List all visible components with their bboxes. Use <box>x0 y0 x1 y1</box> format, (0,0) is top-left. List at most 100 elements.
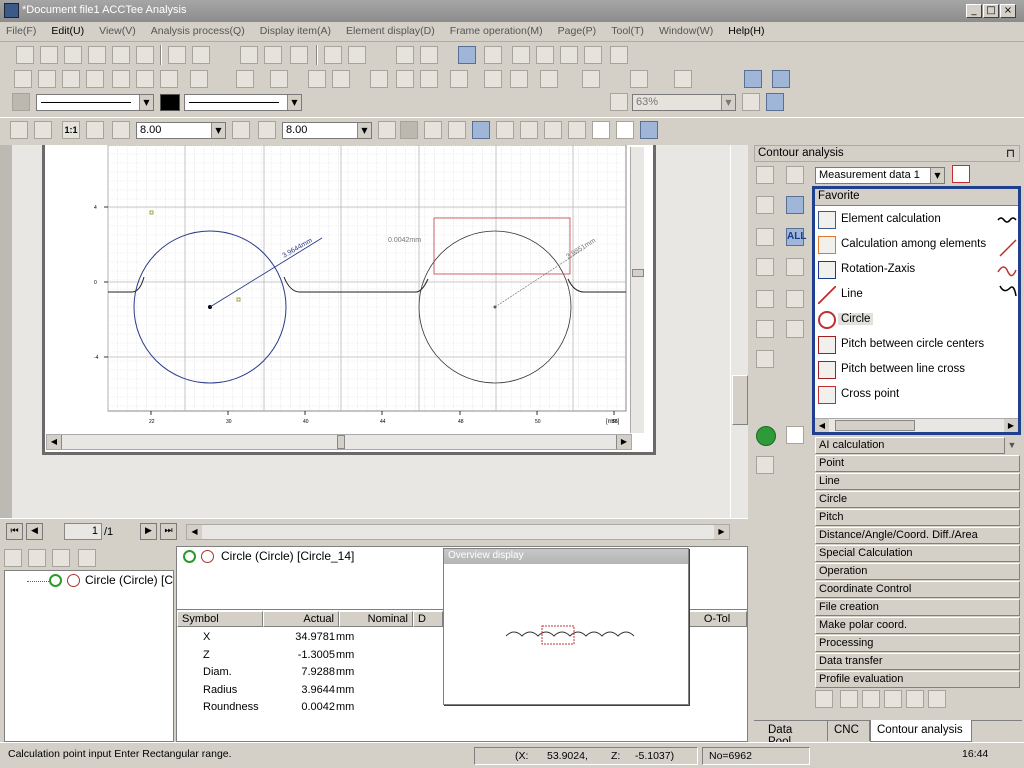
close-button[interactable]: × <box>1000 4 1016 18</box>
tree-tool-3-icon[interactable] <box>52 549 70 567</box>
tree-search-icon[interactable] <box>78 549 96 567</box>
delete-point-icon[interactable] <box>756 350 774 368</box>
favorite-hscroll-thumb[interactable] <box>835 420 915 431</box>
move-icon[interactable] <box>510 70 528 88</box>
table-icon[interactable] <box>420 70 438 88</box>
canvas-vscroll-thumb[interactable] <box>732 375 748 425</box>
pointer-icon[interactable] <box>756 196 774 214</box>
circle-tool-icon[interactable] <box>756 228 774 246</box>
category-distance-angle-coord-diff-area[interactable]: Distance/Angle/Coord. Diff./Area <box>815 527 1020 544</box>
favorite-item-5[interactable]: Circle <box>815 308 1015 332</box>
category-line[interactable]: Line <box>815 473 1020 490</box>
grid5-icon[interactable] <box>568 121 586 139</box>
line-width-select[interactable]: ▼ <box>184 94 302 111</box>
category-special-calculation[interactable]: Special Calculation <box>815 545 1020 562</box>
menu-view[interactable]: View(V) <box>93 22 142 37</box>
tree-item-circle[interactable]: Circle (Circle) [Circle_14] <box>85 573 173 587</box>
grid4-icon[interactable] <box>544 121 562 139</box>
size-icon[interactable] <box>270 70 288 88</box>
col-symbol[interactable]: Symbol <box>177 611 263 627</box>
menu-display-item[interactable]: Display item(A) <box>254 22 337 37</box>
cut-icon[interactable] <box>512 46 530 64</box>
scale-z-select[interactable]: 8.00 ▼ <box>282 122 372 139</box>
blank-icon[interactable] <box>592 121 610 139</box>
rotate-icon[interactable] <box>136 70 154 88</box>
paste2-icon[interactable] <box>560 46 578 64</box>
arrow-right-icon[interactable] <box>786 290 804 308</box>
fit-icon[interactable] <box>378 121 396 139</box>
canvas-vscroll[interactable] <box>730 145 748 518</box>
edit-icon[interactable] <box>240 46 258 64</box>
paste-icon[interactable] <box>420 46 438 64</box>
col-actual[interactable]: Actual <box>263 611 339 627</box>
arrow-left-icon[interactable] <box>756 290 774 308</box>
page-grid-icon[interactable] <box>766 93 784 111</box>
save-as-icon[interactable] <box>88 46 106 64</box>
graph-icon[interactable] <box>332 70 350 88</box>
copy-icon[interactable] <box>396 46 414 64</box>
arrange-icon[interactable] <box>190 70 208 88</box>
chevron-down-icon[interactable]: ▼ <box>1004 437 1020 453</box>
contour-l-icon[interactable] <box>840 690 858 708</box>
blank2-icon[interactable] <box>616 121 634 139</box>
select-profile-icon[interactable] <box>786 166 804 184</box>
draw-rect-icon[interactable] <box>38 70 56 88</box>
menu-tool[interactable]: Tool(T) <box>605 22 650 37</box>
wave-tool-icon[interactable] <box>786 258 804 276</box>
report-icon[interactable] <box>786 426 804 444</box>
favorite-item-1[interactable]: Element calculation <box>815 208 1015 232</box>
minimize-button[interactable]: _ <box>966 4 982 18</box>
col-o-tol[interactable]: O-Tol <box>687 611 747 627</box>
plot-hscroll[interactable]: ◀ ▶ <box>46 434 632 450</box>
favorite-item-7[interactable]: Pitch between line cross <box>815 358 1015 382</box>
favorite-item-4[interactable]: Line <box>815 283 1015 307</box>
layout2-icon[interactable] <box>396 70 414 88</box>
auto-scale-icon[interactable] <box>86 121 104 139</box>
plot-vscroll[interactable] <box>630 147 644 433</box>
col-d[interactable]: D <box>413 611 443 627</box>
line-style-select[interactable]: ▼ <box>36 94 154 111</box>
draw-text-icon[interactable] <box>86 70 104 88</box>
measurement-data-select[interactable]: Measurement data 1 ▼ <box>815 167 945 184</box>
scroll-left-icon[interactable]: ◀ <box>187 525 202 539</box>
zoom-in-icon[interactable] <box>742 93 760 111</box>
clear-icon[interactable] <box>264 46 282 64</box>
macro-icon[interactable] <box>540 70 558 88</box>
menu-frame-operation[interactable]: Frame operation(M) <box>444 22 549 37</box>
profile-icon[interactable] <box>448 121 466 139</box>
frame-icon[interactable] <box>324 46 342 64</box>
first-page-button[interactable]: ⏮ <box>6 523 23 540</box>
menu-edit[interactable]: Edit(U) <box>45 22 90 37</box>
last-page-button[interactable]: ⏭ <box>160 523 177 540</box>
grid-icon[interactable] <box>582 70 600 88</box>
page-hscroll[interactable]: ◀ ▶ <box>186 524 730 540</box>
i-beam-icon[interactable] <box>786 320 804 338</box>
overview-window[interactable]: Overview display <box>443 548 689 705</box>
select-point-icon[interactable] <box>756 166 774 184</box>
tree-tool-1-icon[interactable] <box>4 549 22 567</box>
rotate-tool-icon[interactable] <box>756 258 774 276</box>
color-swatch[interactable] <box>160 94 180 111</box>
scale-x-select[interactable]: 8.00 ▼ <box>136 122 226 139</box>
maximize-button[interactable]: □ <box>983 4 999 18</box>
scroll-left-icon[interactable]: ◀ <box>815 419 829 432</box>
scroll-left-icon[interactable]: ◀ <box>47 435 62 449</box>
page-number-input[interactable]: 1 <box>64 523 102 540</box>
scroll-right-icon[interactable]: ▶ <box>714 525 729 539</box>
tab-cnc[interactable]: CNC <box>828 721 870 741</box>
category-profile-evaluation[interactable]: Profile evaluation <box>815 671 1020 688</box>
graph-canvas[interactable]: 22 30 40 44 48 50 5640-4[mm] 3.9644mm 0.0042mm 3… <box>44 145 656 453</box>
plot-hscroll-thumb[interactable] <box>337 435 345 449</box>
favorite-item-2[interactable]: Calculation among elements <box>815 233 1015 257</box>
zoom-minus-icon[interactable] <box>10 121 28 139</box>
grid-display-icon[interactable] <box>472 121 490 139</box>
prev-page-button[interactable]: ◀ <box>26 523 43 540</box>
menu-file[interactable]: File(F) <box>0 22 42 37</box>
measure-icon[interactable] <box>756 456 774 474</box>
undo-icon[interactable] <box>458 46 476 64</box>
menu-help[interactable]: Help(H) <box>722 22 770 37</box>
tab-contour-analysis[interactable]: Contour analysis <box>870 720 972 742</box>
ruler-icon[interactable] <box>674 70 692 88</box>
line-style-icon[interactable] <box>12 93 30 111</box>
category-data-transfer[interactable]: Data transfer <box>815 653 1020 670</box>
